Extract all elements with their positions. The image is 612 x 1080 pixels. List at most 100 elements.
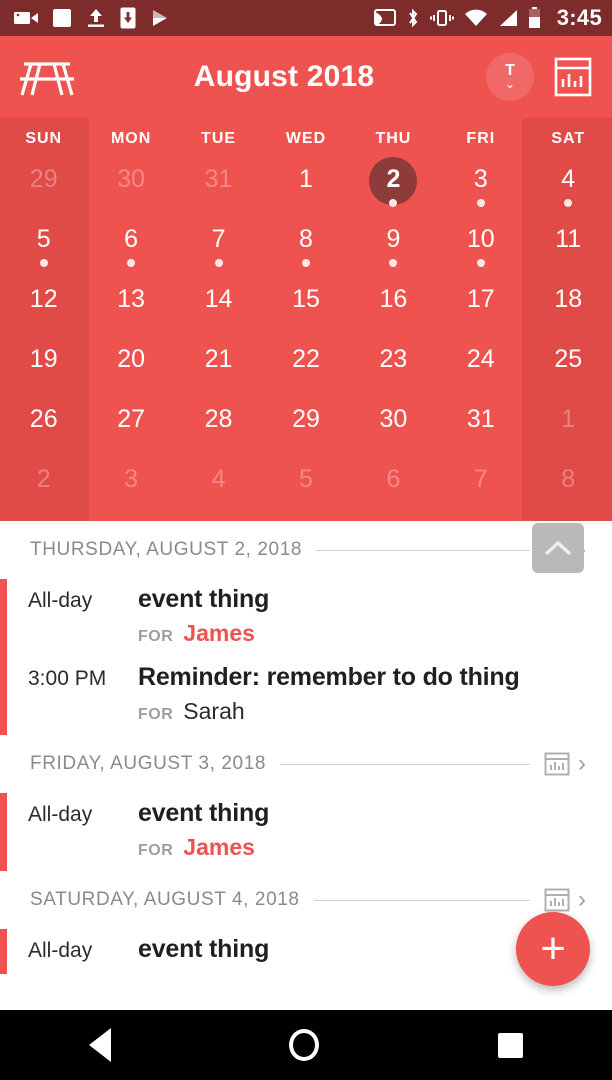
calendar-day-cell[interactable]: 5 xyxy=(0,220,87,280)
agenda-day-header[interactable]: THURSDAY, AUGUST 2, 2018› xyxy=(0,521,612,579)
calendar-day-number: 4 xyxy=(561,165,576,193)
calendar-day-cell[interactable]: 20 xyxy=(87,340,174,400)
recents-icon[interactable] xyxy=(497,1032,523,1058)
calendar-day-cell[interactable]: 18 xyxy=(525,280,612,340)
day-calendar-icon-wrap[interactable] xyxy=(544,751,570,777)
calendar-day-cell[interactable]: 7 xyxy=(175,220,262,280)
event-indicator-dot xyxy=(476,199,485,207)
calendar-day-number: 31 xyxy=(204,165,233,193)
calendar-day-cell[interactable]: 29 xyxy=(262,400,349,460)
calendar-day-number: 13 xyxy=(117,285,146,313)
calendar-day-cell[interactable]: 26 xyxy=(0,400,87,460)
calendar-day-number: 15 xyxy=(292,285,320,313)
calendar-week-row: 5 6 7 8 9 10 11 xyxy=(0,220,612,280)
calendar-day-cell[interactable]: 16 xyxy=(350,280,437,340)
calendar-day-cell[interactable]: 6 xyxy=(87,220,174,280)
calendar-day-cell[interactable]: 9 xyxy=(350,220,437,280)
calendar-day-cell[interactable]: 21 xyxy=(175,340,262,400)
calendar-day-cell[interactable]: 3 xyxy=(87,460,174,520)
event-main-row: 3:00 PM Reminder: remember to do thing xyxy=(0,663,612,692)
event-main-row: All-day event thing xyxy=(0,799,612,828)
app-logo-button[interactable] xyxy=(18,54,82,100)
event-title: event thing xyxy=(138,935,270,963)
bluetooth-icon xyxy=(408,8,418,28)
agenda-day-header[interactable]: FRIDAY, AUGUST 3, 2018 › xyxy=(0,735,612,793)
agenda-event-item[interactable]: 3:00 PM Reminder: remember to do thing FOR… xyxy=(0,657,612,735)
calendar-day-cell[interactable]: 4 xyxy=(175,460,262,520)
event-indicator-dot xyxy=(214,259,223,267)
month-calendar[interactable]: SUN MON TUE WED THU FRI SAT 29 30 31 1 2 3 4 5 6… xyxy=(0,118,612,521)
home-icon[interactable] xyxy=(289,1029,320,1061)
calendar-day-number: 3 xyxy=(473,165,488,193)
chevron-right-icon[interactable]: › xyxy=(578,888,586,912)
cell-signal-icon xyxy=(499,10,517,26)
agenda-day-header[interactable]: SATURDAY, AUGUST 4, 2018 › xyxy=(0,871,612,929)
calendar-day-number: 12 xyxy=(29,285,58,313)
calendar-week-row: 19 20 21 22 23 24 25 xyxy=(0,340,612,400)
agenda-event-item[interactable]: All-day event thing FOR James xyxy=(0,793,612,871)
calendar-day-cell[interactable]: 31 xyxy=(175,160,262,220)
calendar-day-cell[interactable]: 11 xyxy=(525,220,612,280)
scroll-to-top-button[interactable] xyxy=(532,523,584,573)
dow-tue: TUE xyxy=(201,130,237,147)
calendar-day-cell[interactable]: 31 xyxy=(437,400,524,460)
calendar-day-cell[interactable]: 13 xyxy=(87,280,174,340)
today-button[interactable]: T ⌄ xyxy=(486,53,534,101)
back-icon[interactable] xyxy=(89,1028,112,1062)
calendar-day-number: 18 xyxy=(554,285,583,313)
calendar-day-cell[interactable]: 29 xyxy=(0,160,87,220)
calendar-day-cell[interactable]: 22 xyxy=(262,340,349,400)
calendar-day-number: 31 xyxy=(466,405,495,433)
event-indicator-dot xyxy=(39,259,48,267)
calendar-day-cell[interactable]: 30 xyxy=(87,160,174,220)
calendar-day-number: 5 xyxy=(36,225,51,253)
calendar-day-cell[interactable]: 17 xyxy=(437,280,524,340)
calendar-day-cell[interactable]: 8 xyxy=(262,220,349,280)
calendar-day-cell[interactable]: 10 xyxy=(437,220,524,280)
dow-sun: SUN xyxy=(25,130,63,147)
chevron-right-icon[interactable]: › xyxy=(578,752,586,776)
event-indicator-dot xyxy=(127,259,136,267)
calendar-day-cell[interactable]: 12 xyxy=(0,280,87,340)
agenda-event-item[interactable]: All-day event thing FOR James xyxy=(0,579,612,657)
play-store-icon xyxy=(153,10,167,26)
calendar-day-cell[interactable]: 25 xyxy=(525,340,612,400)
event-time: All-day xyxy=(28,939,93,962)
calendar-day-cell[interactable]: 19 xyxy=(0,340,87,400)
calendar-day-cell[interactable]: 7 xyxy=(437,460,524,520)
dow-thu: THU xyxy=(375,130,412,147)
calendar-day-cell[interactable]: 3 xyxy=(437,160,524,220)
calendar-day-cell[interactable]: 28 xyxy=(175,400,262,460)
event-color-bar xyxy=(0,793,7,871)
calendar-day-cell[interactable]: 23 xyxy=(350,340,437,400)
calendar-day-cell[interactable]: 15 xyxy=(262,280,349,340)
calendar-day-number: 8 xyxy=(561,465,576,493)
calendar-day-cell[interactable]: 24 xyxy=(437,340,524,400)
day-calendar-icon-wrap[interactable] xyxy=(544,887,570,913)
page-title: August 2018 xyxy=(193,60,375,93)
event-color-bar xyxy=(0,657,7,735)
calendar-day-cell[interactable]: 5 xyxy=(262,460,349,520)
calendar-day-number: 26 xyxy=(29,405,58,433)
calendar-day-cell[interactable]: 27 xyxy=(87,400,174,460)
calendar-day-cell[interactable]: 6 xyxy=(350,460,437,520)
calendar-day-number: 16 xyxy=(379,285,408,313)
calendar-day-cell[interactable]: 14 xyxy=(175,280,262,340)
calendar-day-cell[interactable]: 1 xyxy=(262,160,349,220)
calendar-day-cell[interactable]: 2 xyxy=(0,460,87,520)
calendar-day-cell[interactable]: 8 xyxy=(525,460,612,520)
status-bar-clock: 3:45 xyxy=(556,5,602,30)
event-title: event thing xyxy=(138,585,270,613)
add-event-fab[interactable]: + xyxy=(516,912,590,986)
app-bar: August 2018 T ⌄ xyxy=(0,36,612,118)
event-main-row: All-day event thing xyxy=(0,585,612,614)
calendar-day-number: 17 xyxy=(466,285,495,313)
calendar-day-cell[interactable]: 30 xyxy=(350,400,437,460)
calendar-day-cell[interactable]: 2 xyxy=(350,157,437,220)
status-bar-right-icons: 3:45 xyxy=(373,5,602,31)
calendar-day-cell[interactable]: 4 xyxy=(525,160,612,220)
calendar-day-number: 29 xyxy=(29,165,58,193)
agenda-view-button[interactable] xyxy=(552,57,594,97)
upload-icon xyxy=(88,9,104,27)
calendar-day-cell[interactable]: 1 xyxy=(525,400,612,460)
